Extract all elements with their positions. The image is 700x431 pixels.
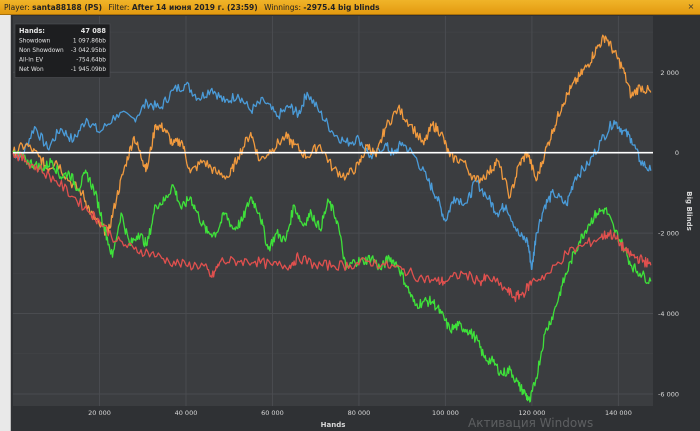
y-tick-label: 0 (675, 149, 679, 157)
filter-value[interactable]: After 14 июня 2019 г. (23:59) (132, 3, 258, 12)
stats-label: Hands: (19, 27, 45, 35)
player-label: Player: (4, 3, 30, 12)
y-tick-label: 2 000 (660, 69, 679, 77)
close-icon[interactable]: × (686, 2, 696, 12)
x-axis-label: Hands (321, 421, 346, 429)
y-tick-label: -6 000 (658, 390, 679, 398)
stats-value: -1 945.09bb (71, 67, 107, 73)
x-tick-label: 60 000 (261, 409, 284, 417)
y-tick-label: -2 000 (658, 230, 679, 238)
y-tick-label: -4 000 (658, 310, 679, 318)
title-bar: Player: santa88188 (PS) Filter: After 14… (0, 0, 700, 15)
winnings-value: -2975.4 big blinds (303, 3, 380, 12)
x-tick-label: 20 000 (88, 409, 111, 417)
x-tick-label: 40 000 (175, 409, 198, 417)
windows-activation-watermark: Активация Windows (468, 416, 594, 430)
player-value[interactable]: santa88188 (PS) (32, 3, 102, 12)
x-tick-label: 140 000 (605, 409, 632, 417)
winnings-graph: 20 000 40 000 60 000 80 000 100 000 120 000 14… (11, 15, 700, 431)
stats-value: 47 088 (81, 27, 107, 35)
left-sidebar-strip (0, 15, 11, 431)
stats-value: -3 042.95bb (71, 48, 107, 54)
x-tick-label: 80 000 (348, 409, 371, 417)
filter-label: Filter: (108, 3, 130, 12)
stats-value: 1 097.86bb (73, 39, 106, 45)
stats-label: All-In EV (19, 58, 43, 64)
x-tick-label: 100 000 (432, 409, 459, 417)
stats-label: Net Won (19, 67, 44, 73)
stats-panel: Hands: 47 088 Showdown 1 097.86bb Non Showdo… (14, 23, 111, 78)
stats-value: -754.64bb (76, 58, 106, 64)
winnings-label: Winnings: (264, 3, 301, 12)
y-axis-label: Big Blinds (685, 191, 693, 230)
stats-label: Non Showdown (19, 48, 64, 54)
stats-label: Showdown (19, 39, 51, 45)
